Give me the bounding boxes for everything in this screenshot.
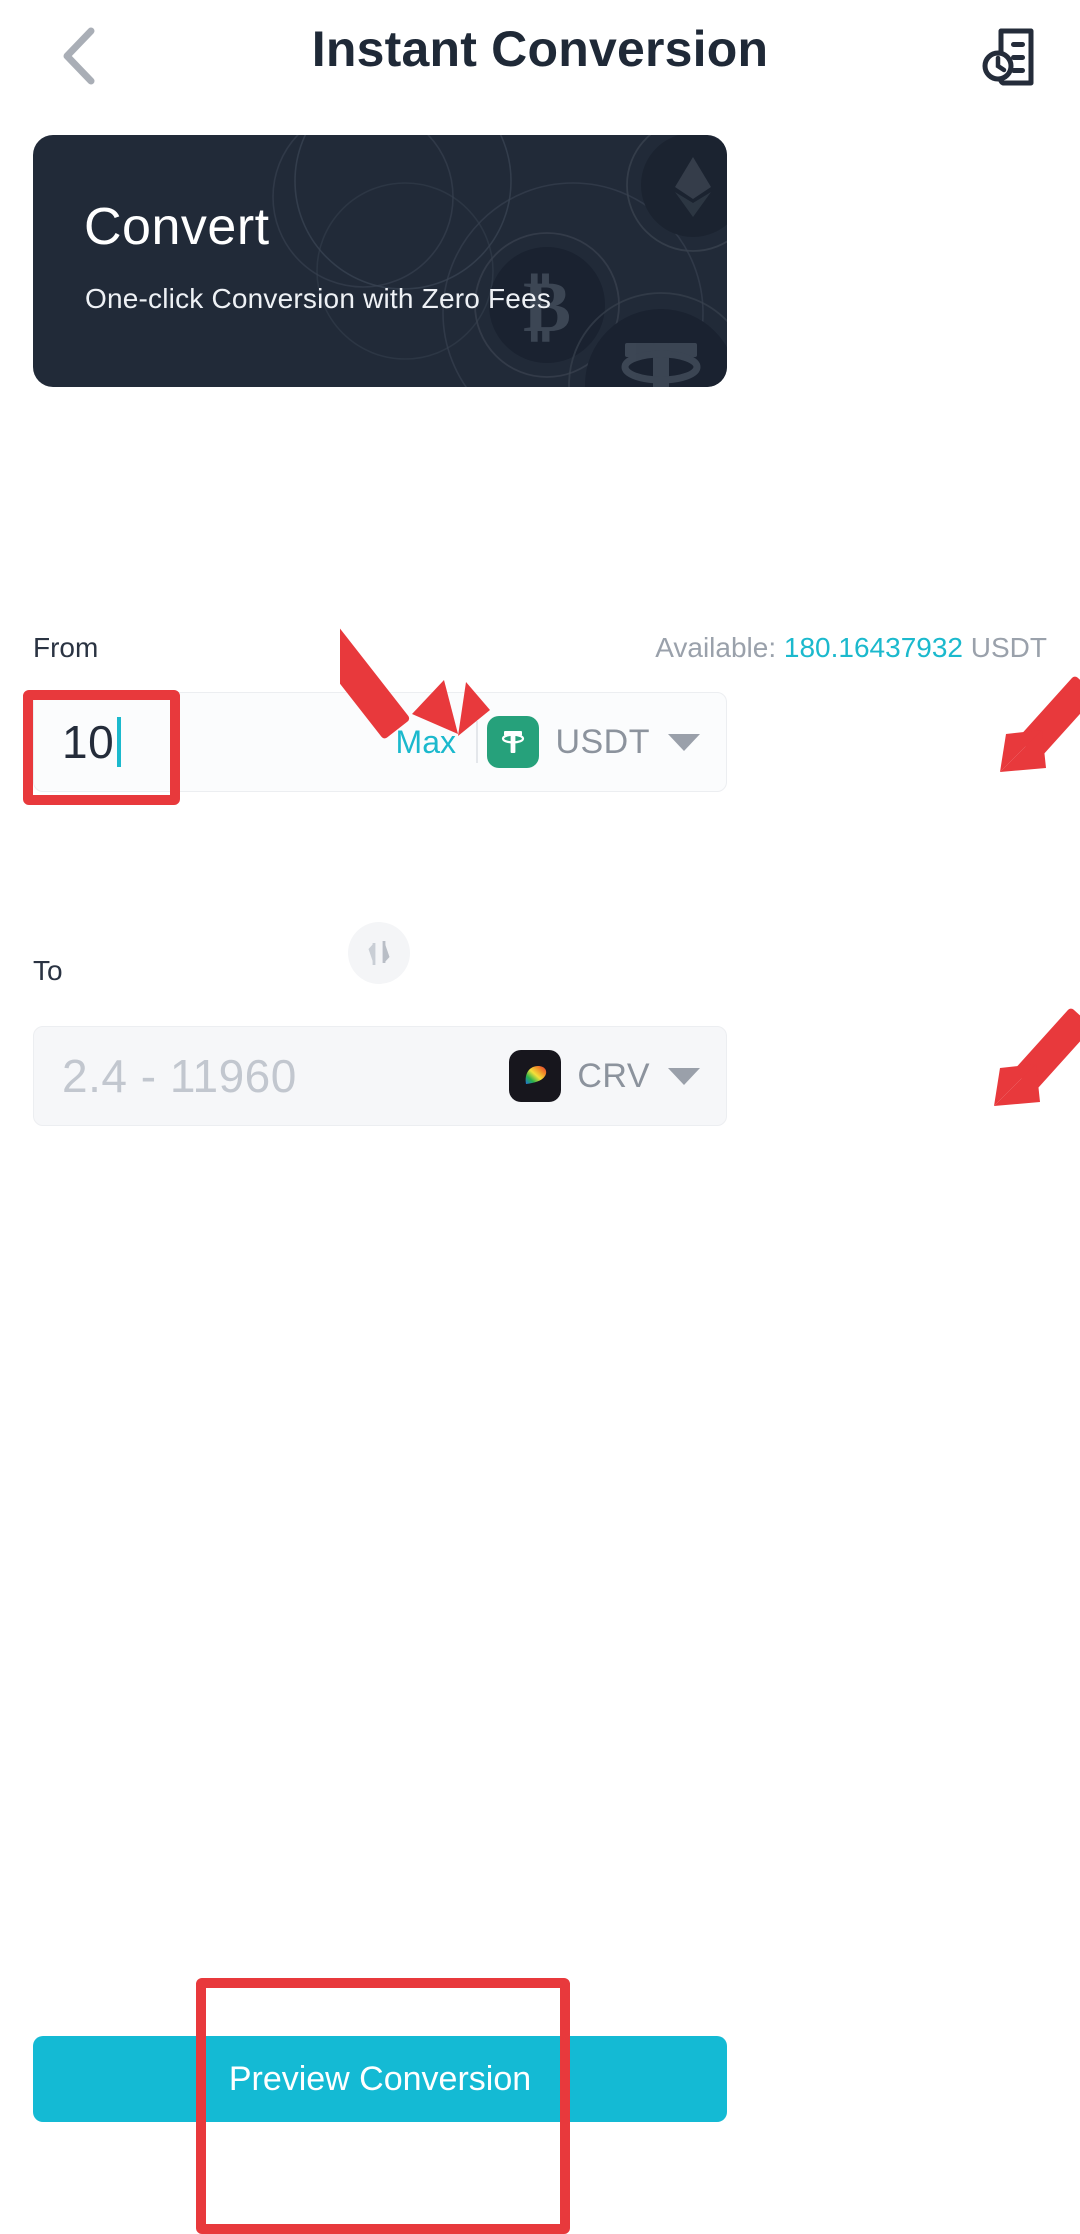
- from-token-selector[interactable]: USDT: [487, 716, 700, 768]
- from-field: 10 Max USDT: [33, 692, 727, 792]
- banner-subtitle: One-click Conversion with Zero Fees: [85, 283, 552, 314]
- annotation-arrow-from-token: [1000, 676, 1080, 772]
- banner-decoration: ₿: [272, 135, 727, 387]
- swap-direction-button[interactable]: [348, 922, 410, 984]
- available-amount: 180.16437932: [783, 632, 963, 663]
- order-history-icon: [982, 28, 1034, 86]
- preview-conversion-button[interactable]: Preview Conversion: [33, 2036, 727, 2122]
- tether-icon: [487, 716, 540, 768]
- from-amount-input[interactable]: 10: [62, 715, 122, 769]
- banner-title: Convert: [84, 198, 270, 256]
- to-token-selector[interactable]: CRV: [509, 1050, 700, 1102]
- convert-banner: ₿ Convert One-click Conversion with Zero…: [33, 135, 727, 387]
- page-title: Instant Conversion: [311, 21, 769, 77]
- from-amount-value: 10: [62, 716, 115, 768]
- chevron-down-icon: [668, 733, 700, 751]
- annotation-arrow-to-token: [994, 1008, 1080, 1106]
- max-button[interactable]: Max: [396, 724, 456, 761]
- to-token-symbol: CRV: [577, 1056, 650, 1095]
- to-field: 2.4 - 11960 CRV: [33, 1026, 727, 1126]
- app-header: Instant Conversion: [0, 0, 1080, 112]
- to-label: To: [33, 955, 63, 986]
- from-token-symbol: USDT: [555, 722, 650, 761]
- curve-icon: [509, 1050, 562, 1102]
- available-currency: USDT: [970, 632, 1047, 663]
- order-history-button[interactable]: [974, 20, 1048, 94]
- from-label: From: [33, 632, 99, 663]
- swap-vertical-icon: [368, 941, 390, 965]
- field-divider: [476, 721, 478, 763]
- text-caret: [117, 717, 122, 767]
- available-balance: Available: 180.16437932 USDT: [655, 632, 1047, 664]
- chevron-down-icon: [668, 1067, 700, 1085]
- available-prefix: Available:: [655, 632, 777, 663]
- to-amount-input[interactable]: 2.4 - 11960: [62, 1049, 297, 1103]
